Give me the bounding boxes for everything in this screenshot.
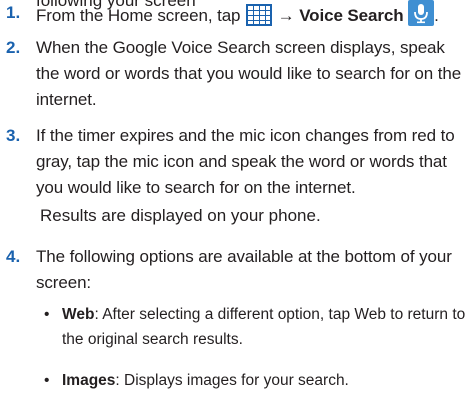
step-number: 1. (6, 3, 21, 22)
option-name: Images (62, 372, 116, 389)
apps-grid-icon (245, 4, 273, 34)
step-body: From the Home screen, tap → Voice Search… (36, 0, 468, 34)
option-desc: : Displays images for your search. (115, 372, 349, 389)
arrow-glyph: → (277, 6, 295, 25)
step-text: The following options are available at t… (36, 247, 452, 292)
bullet-text: Images: Displays images for your search. (62, 368, 468, 393)
step-number: 2. (6, 38, 21, 57)
step-text: If the timer expires and the mic icon ch… (36, 126, 455, 197)
voice-search-label: Voice Search (299, 6, 404, 25)
step-number: 4. (6, 247, 21, 266)
step-text: From the Home screen, tap (36, 6, 241, 25)
step-text: When the Google Voice Search screen disp… (36, 38, 462, 109)
step-number: 3. (6, 126, 21, 145)
option-desc: : After selecting a different option, ta… (62, 306, 466, 348)
mic-icon (408, 0, 435, 34)
bullet-dot: • (44, 372, 50, 389)
step-1-suffix: . (434, 6, 439, 25)
bullet-text: Web: After selecting a different option,… (62, 302, 468, 352)
step-3-result: Results are displayed on your phone. (40, 206, 321, 225)
bullet-dot: • (44, 306, 50, 323)
option-name: Web (62, 306, 95, 323)
